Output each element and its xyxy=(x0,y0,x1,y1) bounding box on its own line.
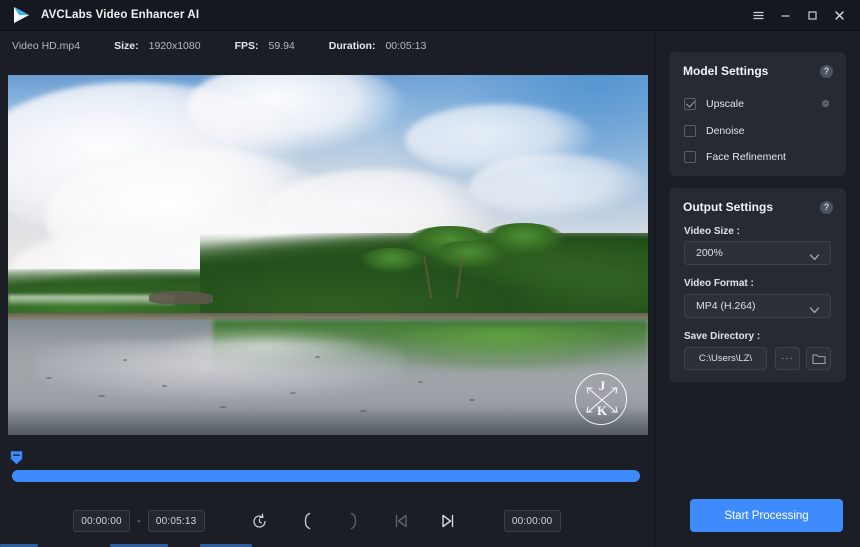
size-value: 1920x1080 xyxy=(148,40,201,52)
playback-controls: 00:00:00 - 00:05:13 00:00:00 xyxy=(0,501,655,541)
cloud xyxy=(468,154,648,219)
browse-ellipsis-button[interactable]: ··· xyxy=(775,347,800,370)
chevron-down-icon xyxy=(809,302,820,320)
video-format-select[interactable]: MP4 (H.264) xyxy=(684,294,831,318)
face-refinement-label: Face Refinement xyxy=(706,151,786,163)
playhead-marker-icon[interactable] xyxy=(10,450,23,465)
start-time-input[interactable]: 00:00:00 xyxy=(73,510,130,532)
end-time-value: 00:05:13 xyxy=(155,515,197,527)
pebble xyxy=(468,399,475,401)
time-separator: - xyxy=(137,515,141,527)
upscale-label: Upscale xyxy=(706,98,744,110)
video-size-value: 200% xyxy=(696,247,723,259)
palm-crown xyxy=(360,247,424,273)
palm-crown xyxy=(481,222,565,255)
bracket-right-icon[interactable] xyxy=(340,508,368,534)
pebble xyxy=(161,384,167,387)
model-settings-title: Model Settings xyxy=(683,64,769,78)
video-format-label: Video Format : xyxy=(684,278,754,289)
video-format-value: MP4 (H.264) xyxy=(696,300,756,312)
file-name: Video HD.mp4 xyxy=(12,40,81,52)
watermark-letter-top: J xyxy=(598,378,606,393)
timeline-area: 00:00:00 - 00:05:13 00:00:00 xyxy=(0,443,655,547)
face-refinement-checkbox[interactable] xyxy=(684,151,696,163)
hamburger-menu-icon[interactable] xyxy=(745,0,772,31)
start-time-value: 00:00:00 xyxy=(81,515,122,527)
file-info-bar: Video HD.mp4 Size: 1920x1080 FPS: 59.94 … xyxy=(0,31,655,61)
help-question-icon[interactable]: ? xyxy=(820,65,833,78)
start-processing-button[interactable]: Start Processing xyxy=(690,499,843,532)
pebble xyxy=(289,391,296,394)
video-size-select[interactable]: 200% xyxy=(684,241,831,265)
timeline-progress xyxy=(12,470,640,482)
checkbox-row-upscale[interactable]: Upscale xyxy=(684,96,744,112)
panel-divider xyxy=(655,31,656,547)
duration-label: Duration: xyxy=(328,40,376,52)
output-settings-panel: Output Settings ? Video Size : 200% Vide… xyxy=(669,188,846,382)
model-settings-panel: Model Settings ? Upscale Denoise Face Re… xyxy=(669,52,846,176)
timeline-scrollbar[interactable] xyxy=(12,470,640,482)
app-window: AVCLabs Video Enhancer AI Video HD.mp4 S… xyxy=(0,0,860,547)
title-bar: AVCLabs Video Enhancer AI xyxy=(0,0,860,31)
gear-settings-icon[interactable] xyxy=(819,97,832,115)
current-time-value: 00:00:00 xyxy=(511,515,553,527)
maximize-icon[interactable] xyxy=(799,0,826,31)
video-size-label: Video Size : xyxy=(684,226,740,237)
video-preview[interactable]: J K xyxy=(8,75,648,435)
chevron-down-icon xyxy=(809,249,820,267)
browse-label: ··· xyxy=(781,353,794,364)
start-processing-label: Start Processing xyxy=(724,509,809,522)
size-label: Size: xyxy=(114,40,139,52)
denoise-label: Denoise xyxy=(706,125,745,137)
fps-label: FPS: xyxy=(234,40,259,52)
skip-previous-icon[interactable] xyxy=(387,508,415,534)
reset-clock-icon[interactable] xyxy=(246,508,274,534)
app-logo-icon xyxy=(10,4,32,26)
window-controls xyxy=(745,0,860,31)
help-question-icon[interactable]: ? xyxy=(820,201,833,214)
checkbox-row-denoise[interactable]: Denoise xyxy=(684,123,745,139)
minimize-icon[interactable] xyxy=(772,0,799,31)
video-frame xyxy=(8,75,648,435)
denoise-checkbox[interactable] xyxy=(684,125,696,137)
end-time-input[interactable]: 00:05:13 xyxy=(147,510,205,532)
checkbox-row-face-refinement[interactable]: Face Refinement xyxy=(684,149,786,165)
output-settings-title: Output Settings xyxy=(683,200,773,214)
skip-next-icon[interactable] xyxy=(434,508,462,534)
watermark-letter-bottom: K xyxy=(596,403,608,418)
pebble xyxy=(315,355,321,358)
save-directory-value: C:\Users\LZ\ xyxy=(698,353,753,364)
pebble xyxy=(417,381,423,383)
fps-value: 59.94 xyxy=(268,40,295,52)
upscale-checkbox[interactable] xyxy=(684,98,696,110)
current-time-input[interactable]: 00:00:00 xyxy=(503,510,561,532)
video-watermark: J K xyxy=(575,373,627,425)
bottom-edge-strip xyxy=(0,543,655,547)
app-title: AVCLabs Video Enhancer AI xyxy=(41,9,200,21)
duration-value: 00:05:13 xyxy=(385,40,427,52)
folder-open-icon[interactable] xyxy=(806,347,831,370)
rock xyxy=(148,291,213,304)
pebble xyxy=(360,409,367,412)
save-directory-label: Save Directory : xyxy=(684,331,761,342)
save-directory-input[interactable]: C:\Users\LZ\ xyxy=(684,347,767,370)
bracket-left-icon[interactable] xyxy=(293,508,321,534)
foreground-sand xyxy=(8,406,648,435)
cloud-reflection xyxy=(161,327,367,363)
close-icon[interactable] xyxy=(826,0,853,31)
